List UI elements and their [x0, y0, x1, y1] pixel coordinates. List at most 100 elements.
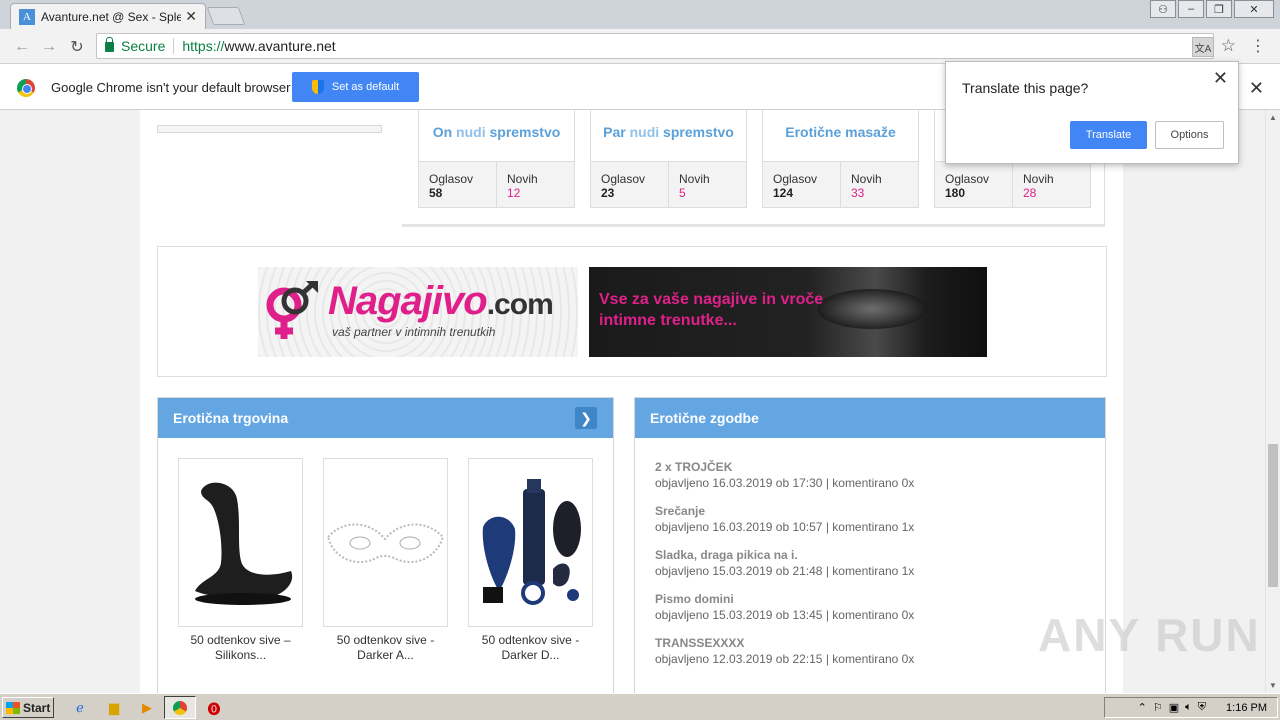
shield-tray-icon[interactable]: ⛨	[1198, 701, 1206, 714]
story-item: Sladka, draga pikica na i. objavljeno 15…	[655, 548, 914, 578]
set-as-default-button[interactable]: Set as default	[292, 72, 419, 102]
chrome-menu-icon[interactable]: ⋮	[1250, 36, 1266, 56]
banner-photo	[817, 289, 927, 329]
lock-icon	[105, 37, 114, 52]
folder-icon[interactable]: ▆	[104, 698, 124, 718]
omnibox-separator	[173, 38, 175, 54]
page-viewport: On nudi spremstvo Oglasov 58 Novih 12 Par …	[0, 110, 1265, 693]
restore-button[interactable]: ❐	[1206, 0, 1232, 18]
reload-icon[interactable]: ↻	[65, 35, 89, 59]
story-title-link[interactable]: Pismo domini	[655, 592, 914, 606]
erotic-stories-panel: Erotične zgodbe 2 x TROJČEK objavljeno 1…	[634, 397, 1106, 693]
flag-icon[interactable]: ⚐	[1153, 701, 1163, 714]
clock[interactable]: 1:16 PM	[1226, 702, 1267, 714]
story-item: Srečanje objavljeno 16.03.2019 ob 10:57 …	[655, 504, 914, 534]
story-title-link[interactable]: Sladka, draga pikica na i.	[655, 548, 914, 562]
internet-explorer-icon[interactable]: ℯ	[70, 698, 90, 718]
tab-close-icon[interactable]: ✕	[185, 8, 197, 25]
product-image[interactable]	[178, 458, 303, 627]
nagajivo-logo-panel: Nagajivo.com vaš partner v intimnih tren…	[258, 267, 578, 357]
close-window-button[interactable]: ✕	[1234, 0, 1274, 18]
gender-symbol-icon	[266, 281, 318, 339]
forward-arrow-icon[interactable]: →	[37, 35, 61, 59]
stories-panel-header: Erotične zgodbe	[635, 398, 1105, 438]
story-meta: objavljeno 12.03.2019 ob 22:15 | komenti…	[655, 652, 915, 666]
translate-popup-close-icon[interactable]: ✕	[1213, 68, 1228, 89]
site-favicon-icon: A	[19, 8, 35, 25]
product-image[interactable]	[468, 458, 593, 627]
translate-button[interactable]: Translate	[1070, 121, 1147, 149]
category-title: Par nudi spremstvo	[603, 124, 734, 140]
product-list: 50 odtenkov sive – Silikons... 50 odtenko…	[178, 458, 593, 663]
chrome-logo-icon	[17, 79, 35, 97]
tab-strip: A Avanture.net @ Sex - Spletn ✕ ⚇ – ❐ ✕	[0, 0, 1280, 29]
story-meta: objavljeno 16.03.2019 ob 10:57 | komenti…	[655, 520, 915, 534]
product-item[interactable]: 50 odtenkov sive - Darker D...	[468, 458, 593, 663]
story-item: Pismo domini objavljeno 15.03.2019 ob 13…	[655, 592, 914, 622]
start-button[interactable]: Start	[2, 697, 54, 718]
product-item[interactable]: 50 odtenkov sive – Silikons...	[178, 458, 303, 663]
stat-novih: Novih 12	[507, 172, 538, 200]
url-scheme: https://	[182, 38, 225, 54]
category-title: Erotične masaže	[785, 124, 896, 140]
shop-panel-title: Erotična trgovina	[173, 410, 289, 426]
start-label: Start	[23, 700, 51, 715]
product-name[interactable]: 50 odtenkov sive - Darker A...	[323, 633, 448, 663]
stat-oglasov: Oglasov 180	[935, 162, 1013, 207]
left-sidebar-bar	[157, 125, 382, 133]
page-scrollbar[interactable]: ▲ ▼	[1265, 110, 1280, 693]
network-icon[interactable]: ▣	[1169, 701, 1179, 714]
stat-oglasov: Oglasov 23	[591, 162, 669, 207]
product-name[interactable]: 50 odtenkov sive - Darker D...	[468, 633, 593, 663]
volume-icon[interactable]: 🔈︎	[1185, 701, 1192, 714]
translate-icon[interactable]: 文A	[1192, 37, 1214, 57]
category-card-on-nudi[interactable]: On nudi spremstvo Oglasov 58 Novih 12	[418, 110, 575, 208]
infobar-message: Google Chrome isn't your default browser	[51, 80, 291, 95]
scroll-thumb[interactable]	[1268, 444, 1278, 587]
story-title-link[interactable]: TRANSSEXXXX	[655, 636, 914, 650]
product-item[interactable]: 50 odtenkov sive - Darker A...	[323, 458, 448, 663]
secure-label: Secure	[121, 38, 166, 54]
story-item: TRANSSEXXXX objavljeno 12.03.2019 ob 22:…	[655, 636, 914, 666]
story-meta: objavljeno 16.03.2019 ob 17:30 | komenti…	[655, 476, 915, 490]
category-card-eroticne-masaze[interactable]: Erotične masaže Oglasov 124 Novih 33	[762, 110, 919, 208]
translate-options-button[interactable]: Options	[1155, 121, 1224, 149]
tray-arrow-icon[interactable]: ⌃	[1138, 701, 1147, 714]
story-meta: objavljeno 15.03.2019 ob 21:48 | komenti…	[655, 564, 915, 578]
bookmark-star-icon[interactable]: ☆	[1221, 36, 1236, 56]
scroll-down-arrow-icon[interactable]: ▼	[1269, 681, 1277, 690]
back-arrow-icon[interactable]: ←	[10, 35, 34, 59]
warning-app-icon[interactable]: ⓿	[204, 698, 224, 718]
media-player-icon[interactable]: ▶	[137, 698, 157, 718]
set-as-default-label: Set as default	[331, 81, 400, 93]
browser-tab[interactable]: A Avanture.net @ Sex - Spletn ✕	[10, 3, 206, 29]
address-bar[interactable]: Secure https:// www.avanture.net	[96, 33, 1214, 59]
scroll-up-arrow-icon[interactable]: ▲	[1269, 113, 1277, 122]
category-stats: Oglasov 23 Novih 5	[591, 161, 746, 207]
user-profile-icon[interactable]: ⚇	[1150, 0, 1176, 18]
story-list: 2 x TROJČEK objavljeno 16.03.2019 ob 17:…	[655, 460, 914, 680]
translate-popup: Translate this page? ✕ Translate Options	[945, 61, 1239, 164]
stat-novih: Novih 33	[851, 172, 882, 200]
product-name[interactable]: 50 odtenkov sive – Silikons...	[178, 633, 303, 663]
nagajivo-logo-text: Nagajivo.com	[328, 279, 554, 323]
story-title-link[interactable]: 2 x TROJČEK	[655, 460, 914, 474]
chevron-right-icon[interactable]: ❯	[575, 407, 597, 429]
stories-panel-title: Erotične zgodbe	[650, 410, 759, 426]
new-tab-button[interactable]	[206, 7, 246, 25]
category-card-par-nudi[interactable]: Par nudi spremstvo Oglasov 23 Novih 5	[590, 110, 747, 208]
stat-novih: Novih 28	[1023, 172, 1054, 200]
minimize-button[interactable]: –	[1178, 0, 1204, 18]
story-meta: objavljeno 15.03.2019 ob 13:45 | komenti…	[655, 608, 915, 622]
product-image[interactable]	[323, 458, 448, 627]
product-kit-image	[482, 479, 581, 605]
tab-title: Avanture.net @ Sex - Spletn	[41, 9, 182, 24]
ad-banner[interactable]: Nagajivo.com vaš partner v intimnih tren…	[157, 246, 1107, 377]
story-title-link[interactable]: Srečanje	[655, 504, 914, 518]
infobar-close-icon[interactable]: ✕	[1249, 78, 1264, 99]
category-title: On nudi spremstvo	[432, 124, 561, 140]
browser-toolbar: ← → ↻ Secure https:// www.avanture.net 文…	[0, 29, 1280, 64]
window-controls: ⚇ – ❐ ✕	[1150, 0, 1274, 18]
nagajivo-tagline: vaš partner v intimnih trenutkih	[332, 325, 496, 339]
category-stats: Oglasov 124 Novih 33	[763, 161, 918, 207]
